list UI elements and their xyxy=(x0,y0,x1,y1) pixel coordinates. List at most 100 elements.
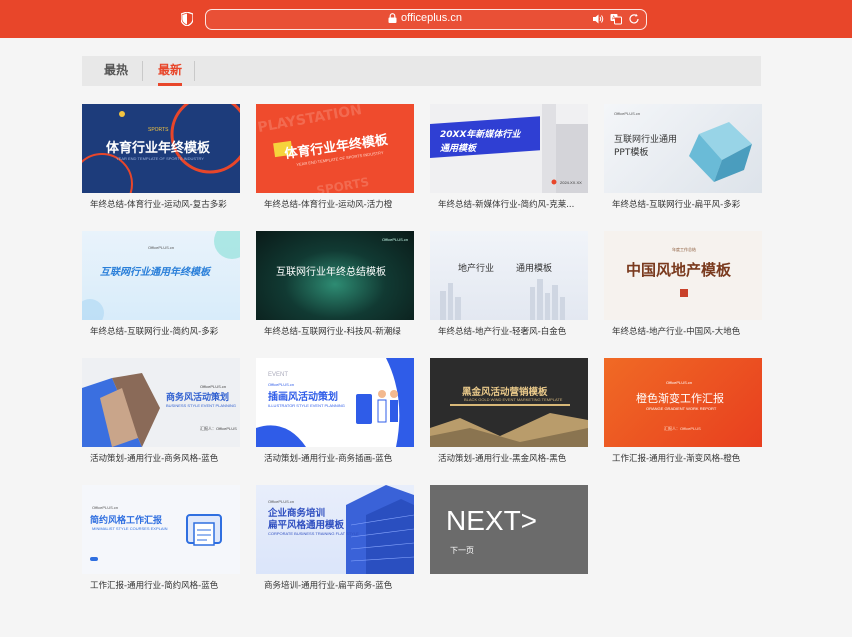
thumb-title: 中国风地产模板 xyxy=(626,261,732,279)
card-caption[interactable]: 商务培训-通用行业-扁平商务-蓝色 xyxy=(256,579,414,591)
tab-latest[interactable]: 最新 xyxy=(146,56,194,86)
lock-icon xyxy=(388,13,397,23)
thumb-title: 简约风格工作汇报 xyxy=(90,516,163,526)
svg-text:PLAYSTATION: PLAYSTATION xyxy=(256,104,363,136)
shield-icon[interactable] xyxy=(181,12,193,26)
template-card[interactable]: OfficePLUS.cn 互联网行业年终总结模板 年终总结-互联网行业-科技风… xyxy=(256,231,414,337)
template-thumbnail[interactable]: OfficePLUS.cn 简约风格工作汇报 MINIMALIST STYLE … xyxy=(82,485,240,574)
thumb-title: 地产行业 xyxy=(458,264,495,274)
address-bar[interactable]: officeplus.cn A xyxy=(205,9,647,30)
template-card[interactable]: OfficePLUS.cn 橙色渐变工作汇报 ORANGE GRADIENT W… xyxy=(604,358,762,464)
template-thumbnail[interactable]: OfficePLUS.cn 互联网行业通用 PPT模板 xyxy=(604,104,762,193)
card-caption[interactable]: 年终总结-互联网行业-简约风-多彩 xyxy=(82,325,240,337)
tab-divider xyxy=(194,61,195,81)
template-thumbnail[interactable]: SPORTS 体育行业年终模板 YEAR END TEMPLATE OF SPO… xyxy=(82,104,240,193)
thumb-title: 插画风活动策划 xyxy=(268,392,338,403)
thumb-title: 橙色渐变工作汇报 xyxy=(636,392,724,405)
thumb-brand: OfficePLUS.cn xyxy=(268,499,295,504)
thumb-subtitle: YEAR END TEMPLATE OF SPORTS INDUSTRY xyxy=(116,156,204,161)
browser-toolbar: officeplus.cn A xyxy=(0,0,852,38)
thumb-brand: OfficePLUS.cn xyxy=(148,245,175,250)
thumb-brand: OfficePLUS.cn xyxy=(382,237,409,242)
thumb-brand: OfficePLUS.cn xyxy=(200,384,227,389)
translate-icon[interactable]: A xyxy=(610,13,622,25)
template-card[interactable]: 20XX年新媒体行业 通用模板 2024.XX.XX 年终总结-新媒体行业-简约… xyxy=(430,104,588,210)
url-text: officeplus.cn xyxy=(401,12,462,24)
template-thumbnail[interactable]: PLAYSTATION SPORTS 体育行业年终模板 YEAR END TEM… xyxy=(256,104,414,193)
card-caption[interactable]: 活动策划-通用行业-商务风格-蓝色 xyxy=(82,452,240,464)
reload-icon[interactable] xyxy=(628,13,640,25)
thumbnail-decoration xyxy=(440,279,565,320)
thumb-title: 商务风活动策划 xyxy=(166,393,230,403)
speaker-icon[interactable] xyxy=(592,13,604,25)
tab-hot[interactable]: 最热 xyxy=(92,56,140,86)
template-card[interactable]: OfficePLUS.cn 简约风格工作汇报 MINIMALIST STYLE … xyxy=(82,485,240,591)
card-caption[interactable]: 年终总结-互联网行业-扁平风-多彩 xyxy=(604,198,762,210)
thumb-tag: EVENT xyxy=(268,372,289,378)
thumb-subtitle: ILLUSTRATOR STYLE EVENT PLANNING xyxy=(268,403,345,408)
template-thumbnail[interactable]: OfficePLUS.cn 商务风活动策划 BUSINESS STYLE EVE… xyxy=(82,358,240,447)
template-card[interactable]: OfficePLUS.cn 商务风活动策划 BUSINESS STYLE EVE… xyxy=(82,358,240,464)
thumb-subtitle: CORPORATE BUSINESS TRAINING FLAT STYLE xyxy=(268,531,359,536)
thumb-title: 互联网行业年终总结模板 xyxy=(276,267,386,278)
thumb-brand: OfficePLUS.cn xyxy=(666,380,693,385)
category-tabs: 最热 最新 xyxy=(82,56,761,86)
thumb-subtitle: 年度工作总结 xyxy=(672,247,696,252)
next-label: NEXT> xyxy=(446,505,538,536)
card-caption[interactable]: 年终总结-地产行业-轻奢风-白金色 xyxy=(430,325,588,337)
thumb-title: 体育行业年终模板 xyxy=(106,141,211,156)
thumb-title-line2: 扁平风格通用模板 xyxy=(268,520,345,531)
template-card[interactable]: 年度工作总结 中国风地产模板 年终总结-地产行业-中国风-大地色 xyxy=(604,231,762,337)
thumb-title: 黑金风活动营销模板 xyxy=(462,387,548,398)
template-thumbnail[interactable]: 黑金风活动营销模板 BLACK GOLD WIND EVENT MARKETIN… xyxy=(430,358,588,447)
next-page-button[interactable]: NEXT> 下一页 xyxy=(430,485,588,574)
template-thumbnail[interactable]: OfficePLUS.cn 企业商务培训 扁平风格通用模板 CORPORATE … xyxy=(256,485,414,574)
card-caption[interactable]: 年终总结-新媒体行业-简约风-克莱... xyxy=(430,198,588,210)
thumb-brand: OfficePLUS.cn xyxy=(92,505,119,510)
template-thumbnail[interactable]: OfficePLUS.cn 橙色渐变工作汇报 ORANGE GRADIENT W… xyxy=(604,358,762,447)
thumb-presenter: 汇报人：OfficePLUS xyxy=(664,426,701,431)
template-card[interactable]: SPORTS 体育行业年终模板 YEAR END TEMPLATE OF SPO… xyxy=(82,104,240,210)
thumb-subtitle: MINIMALIST STYLE COURSES EXPLAIN xyxy=(92,526,168,531)
thumb-title-line2: PPT模板 xyxy=(614,148,649,158)
thumb-tag: SPORTS xyxy=(148,127,169,133)
thumb-date: 2024.XX.XX xyxy=(560,180,582,185)
thumb-subtitle: BUSINESS STYLE EVENT PLANNING xyxy=(166,403,236,408)
thumb-title-line2: 通用模板 xyxy=(516,264,553,274)
template-thumbnail[interactable]: OfficePLUS.cn 互联网行业年终总结模板 xyxy=(256,231,414,320)
svg-text:SPORTS: SPORTS xyxy=(315,175,370,193)
template-card[interactable]: EVENT OfficePLUS.cn 插画风活动策划 ILLUSTRATOR … xyxy=(256,358,414,464)
card-caption[interactable]: 年终总结-地产行业-中国风-大地色 xyxy=(604,325,762,337)
template-thumbnail[interactable]: OfficePLUS.cn 互联网行业通用年终模板 xyxy=(82,231,240,320)
template-thumbnail[interactable]: 年度工作总结 中国风地产模板 xyxy=(604,231,762,320)
template-thumbnail[interactable]: 地产行业 通用模板 xyxy=(430,231,588,320)
thumbnail-decoration xyxy=(430,404,588,447)
template-thumbnail[interactable]: EVENT OfficePLUS.cn 插画风活动策划 ILLUSTRATOR … xyxy=(256,358,414,447)
thumb-subtitle: ORANGE GRADIENT WORK REPORT xyxy=(646,406,717,411)
card-caption[interactable]: 工作汇报-通用行业-简约风格-蓝色 xyxy=(82,579,240,591)
thumb-presenter: 汇报人：OfficePLUS xyxy=(200,426,237,431)
card-caption[interactable]: 年终总结-互联网行业-科技风-新潮绿 xyxy=(256,325,414,337)
template-card[interactable]: 地产行业 通用模板 年终总结-地产行业-轻奢风-白金色 xyxy=(430,231,588,337)
tab-divider xyxy=(142,61,143,81)
thumb-title: 20XX年新媒体行业 xyxy=(440,130,521,140)
thumb-title: 互联网行业通用 xyxy=(614,135,678,145)
template-card[interactable]: PLAYSTATION SPORTS 体育行业年终模板 YEAR END TEM… xyxy=(256,104,414,210)
template-card[interactable]: OfficePLUS.cn 互联网行业通用年终模板 年终总结-互联网行业-简约风… xyxy=(82,231,240,337)
seal-icon xyxy=(680,289,688,297)
card-caption[interactable]: 工作汇报-通用行业-渐变风格-橙色 xyxy=(604,452,762,464)
thumb-subtitle: BLACK GOLD WIND EVENT MARKETING TEMPLATE xyxy=(464,397,563,402)
card-caption[interactable]: 年终总结-体育行业-运动风-复古多彩 xyxy=(82,198,240,210)
card-caption[interactable]: 活动策划-通用行业-黑金风格-黑色 xyxy=(430,452,588,464)
next-sub-label: 下一页 xyxy=(450,546,474,555)
template-thumbnail[interactable]: 20XX年新媒体行业 通用模板 2024.XX.XX xyxy=(430,104,588,193)
card-caption[interactable]: 年终总结-体育行业-运动风-活力橙 xyxy=(256,198,414,210)
template-card[interactable]: OfficePLUS.cn 企业商务培训 扁平风格通用模板 CORPORATE … xyxy=(256,485,414,591)
thumb-title-line2: 通用模板 xyxy=(440,144,477,154)
template-card[interactable]: 黑金风活动营销模板 BLACK GOLD WIND EVENT MARKETIN… xyxy=(430,358,588,464)
template-card[interactable]: OfficePLUS.cn 互联网行业通用 PPT模板 年终总结-互联网行业-扁… xyxy=(604,104,762,210)
card-caption[interactable]: 活动策划-通用行业-商务插画-蓝色 xyxy=(256,452,414,464)
thumb-brand: OfficePLUS.cn xyxy=(268,382,295,387)
thumb-title: 互联网行业通用年终模板 xyxy=(100,267,210,278)
next-page-card[interactable]: NEXT> 下一页 xyxy=(430,485,588,574)
